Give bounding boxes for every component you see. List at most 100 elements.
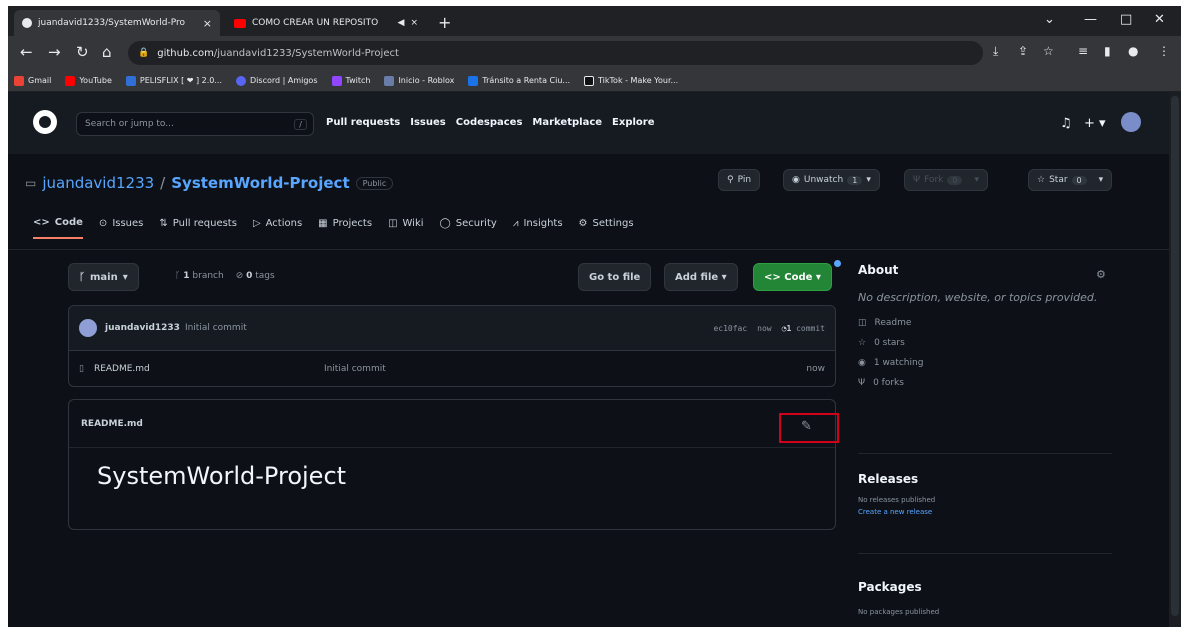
bell-icon[interactable]: ♫ [1060, 116, 1072, 131]
reload-icon[interactable]: ↻ [76, 43, 89, 61]
go-to-file-button[interactable]: Go to file [578, 263, 652, 291]
tab-wiki[interactable]: ◫ Wiki [388, 217, 423, 239]
pelisflix-icon [125, 75, 136, 86]
add-file-button[interactable]: Add file ▾ [664, 263, 738, 291]
branch-select-button[interactable]: ᚴ main ▾ [68, 263, 139, 291]
tags-link[interactable]: ⊘ 0 tags [236, 271, 275, 281]
tab-settings[interactable]: ⚙ Settings [579, 217, 634, 239]
tab-youtube-video[interactable]: COMO CREAR UN REPOSITO ◀ × [226, 10, 426, 36]
maximize-button[interactable]: □ [1120, 12, 1132, 27]
table-icon: ▦ [318, 218, 328, 229]
search-input[interactable]: Search or jump to... / [76, 112, 314, 136]
menu-icon[interactable]: ⋮ [1158, 44, 1170, 58]
releases-section: Releases No releases published Create a … [858, 472, 935, 516]
packages-title[interactable]: Packages [858, 580, 939, 594]
nav-codespaces[interactable]: Codespaces [456, 117, 523, 128]
star-button[interactable]: ☆ Star 0 ▾ [1028, 169, 1113, 191]
nav-pull-requests[interactable]: Pull requests [326, 117, 400, 128]
commit-author[interactable]: juandavid1233 [105, 323, 180, 333]
browser-window: juandavid1233/SystemWorld-Pro × COMO CRE… [8, 6, 1181, 627]
file-name[interactable]: README.md [94, 364, 324, 374]
bookmark-roblox[interactable]: Inicio - Roblox [384, 75, 454, 86]
github-icon [22, 18, 32, 28]
tab-pull-requests[interactable]: ⇅ Pull requests [159, 217, 237, 239]
avatar[interactable] [79, 319, 97, 337]
bookmark-gmail[interactable]: Gmail [14, 75, 51, 86]
back-arrow-icon[interactable]: ← [20, 43, 33, 61]
tab-actions[interactable]: ▷ Actions [253, 217, 302, 239]
stars-link[interactable]: ☆ 0 stars [858, 338, 1118, 348]
repo-owner-link[interactable]: juandavid1233 [42, 174, 154, 192]
readme-link[interactable]: ◫ Readme [858, 318, 1118, 328]
gear-icon[interactable]: ⚙ [1096, 268, 1106, 281]
star-icon: ☆ [1037, 175, 1046, 185]
close-tab-icon[interactable]: × [410, 18, 418, 28]
tab-github-repo[interactable]: juandavid1233/SystemWorld-Pro × [14, 10, 220, 36]
repo-slash: / [160, 174, 166, 192]
commit-time: now [757, 323, 772, 333]
side-panel-icon[interactable]: ▮ [1104, 44, 1111, 58]
tab-insights[interactable]: ⩘ Insights [513, 217, 563, 239]
share-icon[interactable]: ⇪ [1018, 44, 1028, 58]
nav-explore[interactable]: Explore [612, 117, 654, 128]
github-logo-icon[interactable] [33, 110, 57, 134]
reading-list-icon[interactable]: ≡ [1078, 44, 1088, 58]
file-list: juandavid1233 Initial commit ec10fac now… [68, 305, 836, 387]
tab-title: COMO CREAR UN REPOSITO [252, 18, 379, 28]
bookmark-twitch[interactable]: Twitch [331, 75, 370, 86]
watching-link[interactable]: ◉ 1 watching [858, 358, 1118, 368]
table-row[interactable]: ▯ README.md Initial commit now [69, 351, 835, 386]
divider [858, 553, 1112, 554]
url-field[interactable]: 🔒 github.com/juandavid1233/SystemWorld-P… [128, 41, 983, 65]
commit-message[interactable]: Initial commit [185, 323, 247, 333]
pin-icon: ⚲ [727, 175, 734, 185]
file-commit-message[interactable]: Initial commit [324, 364, 386, 374]
repo-name-link[interactable]: SystemWorld-Project [171, 174, 349, 192]
forks-link[interactable]: Ψ0 forks [858, 378, 1118, 388]
bookmark-star-icon[interactable]: ☆ [1043, 44, 1054, 58]
bookmark-tiktok[interactable]: TikTok - Make Your... [584, 75, 678, 86]
profile-icon[interactable]: ● [1128, 44, 1138, 58]
tab-code[interactable]: <> Code [33, 217, 83, 239]
tab-issues[interactable]: ⊙ Issues [99, 217, 143, 239]
graph-icon: ⩘ [512, 218, 519, 229]
create-release-link[interactable]: Create a new release [858, 508, 935, 516]
create-new-menu[interactable]: + ▾ [1084, 116, 1106, 131]
new-tab-button[interactable]: + [438, 13, 451, 32]
commit-hash[interactable]: ec10fac [713, 324, 747, 333]
bookmark-discord[interactable]: Discord | Amigos [236, 75, 318, 86]
avatar[interactable] [1121, 112, 1141, 132]
releases-empty: No releases published [858, 496, 936, 504]
pencil-icon[interactable]: ✎ [801, 419, 812, 434]
close-window-button[interactable]: ✕ [1154, 12, 1165, 27]
bookmark-youtube[interactable]: YouTube [65, 75, 112, 86]
install-icon[interactable]: ⤓ [993, 44, 998, 59]
nav-issues[interactable]: Issues [410, 117, 445, 128]
book-icon: ◫ [388, 218, 398, 229]
audio-icon[interactable]: ◀ [398, 18, 405, 28]
star-icon: ☆ [858, 338, 867, 348]
scrollbar-thumb[interactable] [1171, 96, 1179, 616]
play-icon: ▷ [252, 218, 261, 229]
unwatch-button[interactable]: ◉ Unwatch 1 ▾ [783, 169, 880, 191]
bookmarks-bar: Gmail YouTube PELISFLIX [ ❤ ] 2.0... Dis… [8, 70, 1181, 92]
home-icon[interactable]: ⌂ [102, 43, 112, 61]
tab-search-icon[interactable]: ⌄ [1044, 12, 1055, 27]
tab-security[interactable]: ◯ Security [440, 217, 497, 239]
tab-projects[interactable]: ▦ Projects [318, 217, 372, 239]
minimize-button[interactable]: — [1084, 12, 1097, 27]
branches-link[interactable]: ᚴ 1 branch [175, 271, 224, 281]
code-button[interactable]: <> Code ▾ [753, 263, 832, 291]
forward-arrow-icon[interactable]: → [48, 43, 61, 61]
divider [858, 453, 1112, 454]
nav-marketplace[interactable]: Marketplace [532, 117, 602, 128]
commit-count-link[interactable]: ◔1 commit [782, 324, 825, 333]
bookmark-pelisflix[interactable]: PELISFLIX [ ❤ ] 2.0... [125, 75, 222, 86]
address-bar-row: ← → ↻ ⌂ 🔒 github.com/juandavid1233/Syste… [8, 36, 1181, 70]
fork-button: Ψ Fork 0 ▾ [904, 169, 988, 191]
lock-icon: 🔒 [138, 48, 150, 58]
close-tab-icon[interactable]: × [203, 17, 212, 30]
releases-title[interactable]: Releases [858, 472, 935, 486]
pin-button[interactable]: ⚲ Pin [718, 169, 761, 191]
bookmark-transito[interactable]: Tránsito a Renta Ciu... [468, 75, 570, 86]
